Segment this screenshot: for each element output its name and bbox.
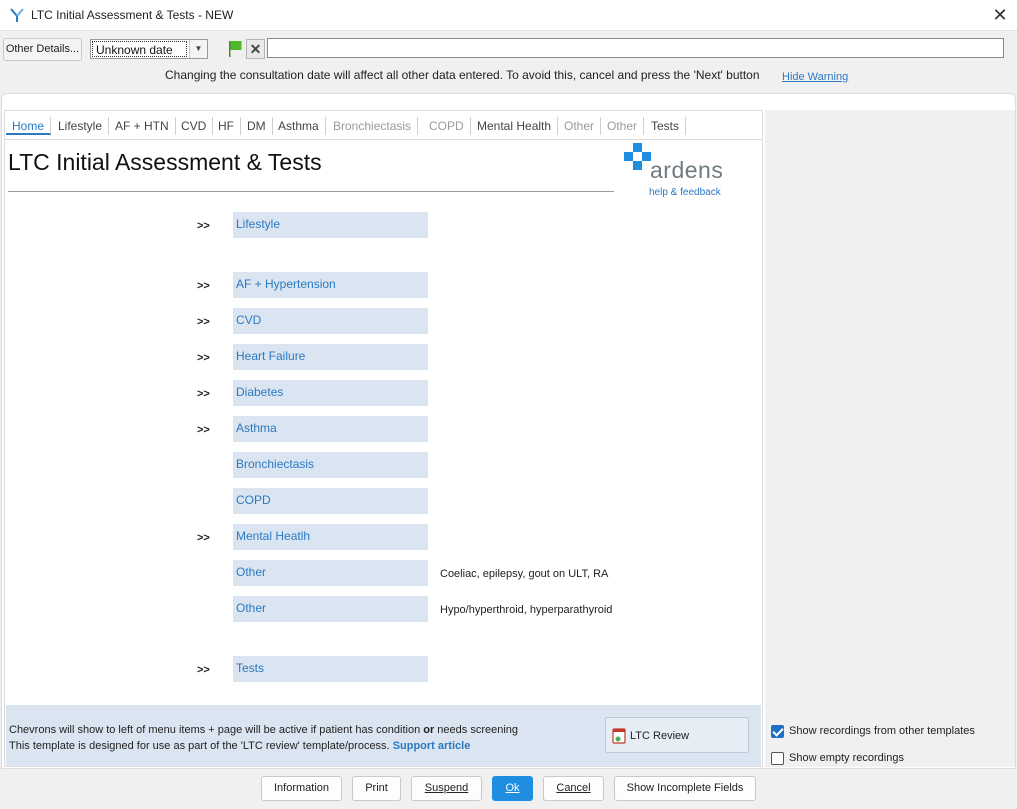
ardens-cross-icon [624, 143, 651, 170]
menu-item-cvd[interactable]: CVD [233, 308, 428, 334]
tab-bronchiectasis[interactable]: Bronchiectasis [327, 117, 419, 135]
ltc-review-label: LTC Review [630, 730, 690, 742]
title-bar: LTC Initial Assessment & Tests - NEW ✕ [0, 0, 1017, 31]
show-empty-recordings-checkbox[interactable] [771, 752, 784, 765]
menu-item-mental-health[interactable]: Mental Heatlh [233, 524, 428, 550]
dialog-button-bar: Information Print Suspend Ok Cancel Show… [0, 769, 1017, 809]
document-icon [612, 728, 626, 744]
tab-other-2[interactable]: Other [601, 117, 645, 135]
tab-home[interactable]: Home [6, 117, 52, 135]
ltc-review-button[interactable]: LTC Review [605, 717, 749, 753]
chevron-diabetes: >> [197, 388, 210, 400]
flag-icon[interactable] [226, 39, 244, 59]
title-divider [8, 191, 614, 192]
cancel-button[interactable]: Cancel [543, 776, 604, 801]
app-logo-icon [10, 8, 24, 22]
print-button[interactable]: Print [352, 776, 401, 801]
logo-wordmark: ardens [650, 157, 724, 183]
other-2-description: Hypo/hyperthroid, hyperparathyroid [440, 604, 613, 616]
menu-item-bronchiectasis[interactable]: Bronchiectasis [233, 452, 428, 478]
clear-icon[interactable]: ✕ [246, 39, 265, 59]
tab-lifestyle[interactable]: Lifestyle [52, 117, 110, 135]
chevron-cvd: >> [197, 316, 210, 328]
options-side-panel: Show recordings from other templates Sho… [765, 110, 1015, 767]
menu-item-af-hypertension[interactable]: AF + Hypertension [233, 272, 428, 298]
information-button[interactable]: Information [261, 776, 342, 801]
tab-dm[interactable]: DM [241, 117, 273, 135]
window-title: LTC Initial Assessment & Tests - NEW [31, 8, 234, 22]
menu-item-asthma[interactable]: Asthma [233, 416, 428, 442]
tab-tests[interactable]: Tests [645, 117, 687, 135]
chevron-down-icon[interactable]: ▼ [189, 40, 207, 58]
chevron-info-text: Chevrons will show to left of menu items… [9, 724, 518, 736]
chevron-lifestyle: >> [197, 220, 210, 232]
tab-strip: Home Lifestyle AF + HTN CVD HF DM Asthma… [5, 111, 762, 140]
menu-item-other-1[interactable]: Other [233, 560, 428, 586]
consultation-date-select[interactable]: Unknown date ▼ [90, 39, 208, 59]
menu-item-lifestyle[interactable]: Lifestyle [233, 212, 428, 238]
show-other-templates-checkbox[interactable] [771, 725, 784, 738]
menu-item-other-2[interactable]: Other [233, 596, 428, 622]
date-warning-text: Changing the consultation date will affe… [165, 68, 760, 82]
tab-mental-health[interactable]: Mental Health [471, 117, 559, 135]
tab-asthma[interactable]: Asthma [272, 117, 326, 135]
content-frame: Home Lifestyle AF + HTN CVD HF DM Asthma… [1, 93, 1016, 769]
template-usage-text: This template is designed for use as par… [9, 740, 470, 752]
menu-item-diabetes[interactable]: Diabetes [233, 380, 428, 406]
show-empty-recordings-label: Show empty recordings [789, 752, 904, 764]
chevron-heart-failure: >> [197, 352, 210, 364]
suspend-button[interactable]: Suspend [411, 776, 482, 801]
chevron-tests: >> [197, 664, 210, 676]
tab-cvd[interactable]: CVD [175, 117, 214, 135]
ok-button[interactable]: Ok [492, 776, 533, 801]
consultation-date-value: Unknown date [92, 41, 187, 57]
other-1-description: Coeliac, epilepsy, gout on ULT, RA [440, 568, 609, 580]
chevron-info-part-1: Chevrons will show to left of menu items… [9, 724, 424, 736]
chevron-af-htn: >> [197, 280, 210, 292]
menu-item-tests[interactable]: Tests [233, 656, 428, 682]
template-info-bar: Chevrons will show to left of menu items… [6, 705, 761, 766]
chevron-info-part-2: needs screening [434, 724, 519, 736]
help-feedback-link[interactable]: help & feedback [649, 187, 721, 198]
chevron-info-or: or [423, 724, 435, 736]
support-article-link[interactable]: Support article [393, 740, 471, 752]
menu-item-copd[interactable]: COPD [233, 488, 428, 514]
chevron-asthma: >> [197, 424, 210, 436]
tab-copd[interactable]: COPD [423, 117, 471, 135]
tab-hf[interactable]: HF [212, 117, 241, 135]
tab-other-1[interactable]: Other [558, 117, 602, 135]
close-window-icon[interactable]: ✕ [989, 4, 1011, 26]
chevron-mental-health: >> [197, 532, 210, 544]
show-incomplete-fields-button[interactable]: Show Incomplete Fields [614, 776, 756, 801]
show-other-templates-label: Show recordings from other templates [789, 725, 975, 737]
page-title: LTC Initial Assessment & Tests [8, 149, 322, 175]
template-panel: Home Lifestyle AF + HTN CVD HF DM Asthma… [4, 110, 763, 767]
hide-warning-link[interactable]: Hide Warning [782, 71, 848, 83]
template-usage-part: This template is designed for use as par… [9, 740, 393, 752]
menu-item-heart-failure[interactable]: Heart Failure [233, 344, 428, 370]
consultation-notes-input[interactable] [267, 38, 1004, 58]
tab-af-htn[interactable]: AF + HTN [109, 117, 176, 135]
consultation-toolbar: Other Details... Unknown date ▼ ✕ Changi… [0, 31, 1017, 93]
other-details-button[interactable]: Other Details... [3, 38, 82, 61]
ardens-logo[interactable]: ardens help & feedback [624, 143, 734, 198]
